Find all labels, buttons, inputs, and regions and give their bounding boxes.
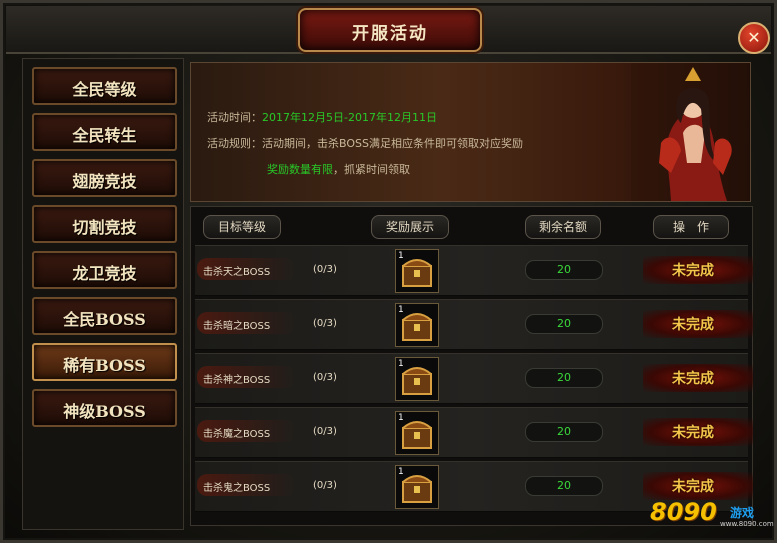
progress: (0/3) (313, 318, 337, 329)
menu-item-label: 翅膀竞技 (72, 172, 137, 191)
menu-item-rebirth[interactable]: 全民转生 (32, 113, 177, 151)
rule-label: 活动规则： (207, 137, 262, 150)
rule-text: 活动期间，击杀BOSS满足相应条件即可领取对应奖励 (262, 137, 523, 150)
menu-item-label: 全民BOSS (63, 310, 146, 329)
menu-item-rare-boss[interactable]: 稀有BOSS (32, 343, 177, 381)
status-button[interactable]: 未完成 (643, 260, 743, 280)
title-plate: 开服活动 (298, 8, 482, 52)
reward-chest[interactable]: 1 (395, 411, 439, 455)
remaining-slots: 20 (525, 476, 603, 496)
event-info: 活动时间：2017年12月5日-2017年12月11日 活动规则：活动期间，击杀… (207, 105, 523, 183)
table-row: 击杀神之BOSS (0/3) 1 20 未完成 (195, 353, 753, 404)
header-remaining: 剩余名额 (525, 215, 601, 239)
limit-highlight: 奖励数量有限 (267, 163, 333, 176)
menu-item-label: 全民等级 (72, 80, 137, 99)
header-target: 目标等级 (203, 215, 281, 239)
table-row: 击杀天之BOSS (0/3) 1 20 未完成 (195, 245, 753, 296)
menu-item-cutting[interactable]: 切割竞技 (32, 205, 177, 243)
progress: (0/3) (313, 372, 337, 383)
close-icon: ✕ (747, 28, 761, 47)
reward-chest[interactable]: 1 (395, 465, 439, 509)
remaining-slots: 20 (525, 368, 603, 388)
boss-target: 击杀魔之BOSS (203, 429, 271, 440)
heroine-illustration (631, 63, 749, 201)
reward-count: 1 (398, 251, 404, 261)
reward-chest[interactable]: 1 (395, 249, 439, 293)
time-value: 2017年12月5日-2017年12月11日 (262, 111, 437, 124)
menu-item-level[interactable]: 全民等级 (32, 67, 177, 105)
boss-target: 击杀天之BOSS (203, 267, 271, 278)
site-watermark: 8090 游戏 www.8090.com (650, 492, 774, 532)
reward-count: 1 (398, 305, 404, 315)
close-button[interactable]: ✕ (738, 22, 770, 54)
watermark-number: 8090 (650, 498, 717, 526)
reward-chest[interactable]: 1 (395, 357, 439, 401)
event-window: 开服活动 ✕ 全民等级 全民转生 翅膀竞技 切割竞技 龙卫竞技 全民BOSS 稀… (0, 0, 777, 543)
boss-target: 击杀鬼之BOSS (203, 483, 271, 494)
event-banner: 活动时间：2017年12月5日-2017年12月11日 活动规则：活动期间，击杀… (190, 62, 751, 202)
remaining-slots: 20 (525, 260, 603, 280)
status-button[interactable]: 未完成 (643, 314, 743, 334)
progress: (0/3) (313, 264, 337, 275)
limit-text: ，抓紧时间领取 (333, 163, 410, 176)
menu-item-dragon-guard[interactable]: 龙卫竞技 (32, 251, 177, 289)
reward-count: 1 (398, 413, 404, 423)
reward-count: 1 (398, 359, 404, 369)
window-title: 开服活动 (352, 24, 428, 44)
event-menu: 全民等级 全民转生 翅膀竞技 切割竞技 龙卫竞技 全民BOSS 稀有BOSS 神… (22, 58, 184, 530)
time-label: 活动时间： (207, 111, 262, 124)
progress: (0/3) (313, 426, 337, 437)
boss-target: 击杀神之BOSS (203, 375, 271, 386)
menu-item-wings[interactable]: 翅膀竞技 (32, 159, 177, 197)
reward-chest[interactable]: 1 (395, 303, 439, 347)
watermark-url: www.8090.com (720, 520, 774, 528)
menu-item-god-boss[interactable]: 神级BOSS (32, 389, 177, 427)
status-button[interactable]: 未完成 (643, 422, 743, 442)
menu-item-label: 切割竞技 (72, 218, 137, 237)
progress: (0/3) (313, 480, 337, 491)
status-button[interactable]: 未完成 (643, 368, 743, 388)
remaining-slots: 20 (525, 314, 603, 334)
header-reward: 奖励展示 (371, 215, 449, 239)
boss-target: 击杀暗之BOSS (203, 321, 271, 332)
menu-item-all-boss[interactable]: 全民BOSS (32, 297, 177, 335)
menu-item-label: 稀有BOSS (63, 356, 146, 375)
menu-item-label: 神级BOSS (63, 402, 146, 421)
table-row: 击杀魔之BOSS (0/3) 1 20 未完成 (195, 407, 753, 458)
menu-item-label: 全民转生 (72, 126, 137, 145)
header-action: 操 作 (653, 215, 729, 239)
watermark-name: 游戏 (730, 506, 755, 520)
reward-count: 1 (398, 467, 404, 477)
menu-item-label: 龙卫竞技 (72, 264, 137, 283)
table-row: 击杀暗之BOSS (0/3) 1 20 未完成 (195, 299, 753, 350)
remaining-slots: 20 (525, 422, 603, 442)
reward-table: 目标等级 奖励展示 剩余名额 操 作 击杀天之BOSS (0/3) 1 20 未… (190, 206, 753, 526)
